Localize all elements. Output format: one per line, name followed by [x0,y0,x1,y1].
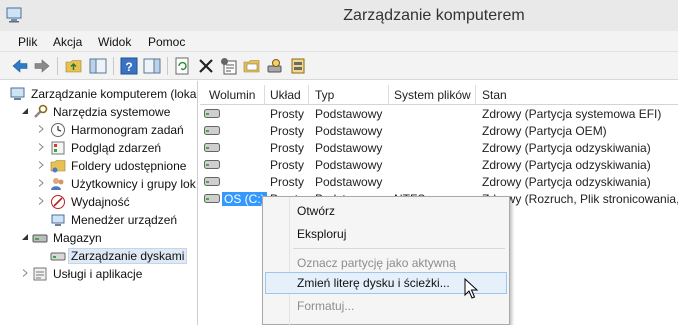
context-menu-open[interactable]: Otwórz [265,200,507,222]
show-tree-icon[interactable] [89,57,107,75]
chevron-right-icon[interactable] [36,160,46,170]
device-manager-icon [51,214,65,226]
context-menu-label: Otwórz [297,204,336,218]
status-cell: Zdrowy (Partycja OEM) [482,124,607,138]
table-row[interactable]: Prosty Podstawowy Zdrowy (Partycja odzys… [200,173,678,190]
column-header-type[interactable]: Typ [315,88,334,102]
open-folder-icon[interactable] [243,57,261,75]
layout-cell: Prosty [270,107,305,121]
clock-icon [51,123,65,137]
menu-widok[interactable]: Widok [98,35,131,49]
table-row[interactable]: Prosty Podstawowy Zdrowy (Partycja odzys… [200,156,678,173]
chevron-down-icon[interactable] [20,106,30,116]
volume-icon [204,177,220,186]
shared-folder-icon [50,160,66,173]
context-menu-label: Oznacz partycję jako aktywną [297,256,456,270]
properties-icon[interactable] [220,57,238,75]
tree-item-label: Magazyn [53,231,102,245]
help-icon[interactable]: ? [120,57,138,75]
type-cell: Podstawowy [315,158,383,172]
status-cell: Zdrowy (Partycja odzyskiwania) [482,141,651,155]
status-cell: Zdrowy (Partycja systemowa EFI) [482,107,662,121]
tree-item-label: Harmonogram zadań [71,123,184,137]
navigation-tree: Zarządzanie komputerem (loka Narzędzia s… [0,81,198,325]
tree-item-label: Wydajność [71,195,130,209]
toolbar: ? [0,52,678,80]
computer-management-icon [10,87,25,100]
volume-name-cell[interactable]: OS (C:) [222,192,267,206]
tree-item-label: Usługi i aplikacje [53,267,143,281]
menu-plik[interactable]: Plik [18,35,37,49]
context-menu-label: Formatuj... [297,299,355,313]
tools-icon [34,104,48,118]
mouse-cursor-icon [464,278,479,299]
type-cell: Podstawowy [315,141,383,155]
chevron-right-icon[interactable] [36,196,46,206]
volume-icon [204,109,220,118]
status-cell: Zdrowy (Partycja odzyskiwania) [482,175,651,189]
column-header-file-system[interactable]: System plików [394,88,471,102]
tree-item-label: Podgląd zdarzeń [71,141,162,155]
status-cell: Zdrowy (Partycja odzyskiwania) [482,158,651,172]
column-header-status[interactable]: Stan [482,88,507,102]
title-bar: Zarządzanie komputerem [0,0,678,31]
menu-akcja[interactable]: Akcja [53,35,82,49]
volume-icon [204,143,220,152]
column-header-layout[interactable]: Układ [270,88,301,102]
layout-cell: Prosty [270,141,305,155]
table-row[interactable]: Prosty Podstawowy Zdrowy (Partycja syste… [200,105,678,122]
tree-item-label: Narzędzia systemowe [53,105,171,119]
svg-text:?: ? [125,60,132,74]
chevron-right-icon[interactable] [36,124,46,134]
disk-properties-icon[interactable] [289,57,307,75]
table-row[interactable]: Prosty Podstawowy Zdrowy (Partycja OEM) [200,122,678,139]
performance-icon [51,195,65,209]
delete-icon[interactable] [197,57,215,75]
back-icon[interactable] [11,57,29,75]
context-menu-explore[interactable]: Eksploruj [265,223,507,245]
context-menu-mark-active[interactable]: Oznacz partycję jako aktywną [265,252,507,274]
action-pane-icon[interactable] [143,57,161,75]
tree-item-label: Foldery udostępnione [71,159,187,173]
context-menu-label: Eksploruj [297,227,347,241]
refresh-icon[interactable] [174,57,192,75]
layout-cell: Prosty [270,158,305,172]
chevron-right-icon[interactable] [20,268,30,278]
disk-management-icon [50,252,66,261]
up-folder-icon[interactable] [65,57,83,75]
type-cell: Podstawowy [315,175,383,189]
forward-icon[interactable] [33,57,51,75]
menu-bar: Plik Akcja Widok Pomoc [0,31,678,52]
type-cell: Podstawowy [315,107,383,121]
table-header: Wolumin Układ Typ System plików Stan [200,85,678,105]
search-disk-icon[interactable] [266,57,284,75]
tree-item-label: Użytkownicy i grupy lok [71,177,196,191]
tree-item-label: Menedżer urządzeń [71,213,178,227]
chevron-right-icon[interactable] [36,142,46,152]
layout-cell: Prosty [270,124,305,138]
volume-icon [204,160,220,169]
services-icon [33,267,47,281]
event-viewer-icon [51,141,65,155]
chevron-down-icon[interactable] [20,232,30,242]
table-row[interactable]: Prosty Podstawowy Zdrowy (Partycja odzys… [200,139,678,156]
users-icon [51,178,64,190]
chevron-right-icon[interactable] [36,178,46,188]
menu-pomoc[interactable]: Pomoc [148,35,185,49]
storage-icon [32,234,48,243]
volume-icon [204,194,220,203]
window-title: Zarządzanie komputerem [343,7,525,24]
column-header-volume[interactable]: Wolumin [209,88,255,102]
context-menu: Otwórz Eksploruj Oznacz partycję jako ak… [262,196,510,325]
layout-cell: Prosty [270,175,305,189]
context-menu-label: Zmień literę dysku i ścieżki... [297,276,450,290]
volume-icon [204,126,220,135]
tree-item-label: Zarządzanie dyskami [67,248,188,264]
status-cell: Zdrowy (Rozruch, Plik stronicowania, Z [482,192,678,206]
tree-item-label: Zarządzanie komputerem (loka [31,87,197,101]
context-menu-separator [293,248,505,249]
type-cell: Podstawowy [315,124,383,138]
